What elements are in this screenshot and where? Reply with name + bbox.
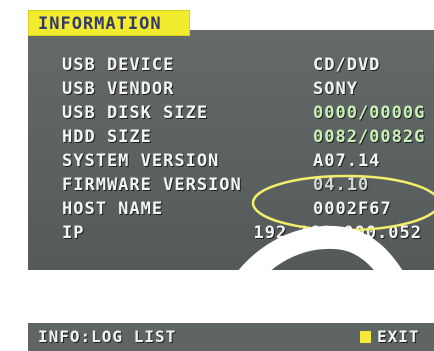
info-row-usb-disk-size: USB DISK SIZE 0000/0000G — [0, 101, 434, 127]
exit-control[interactable]: EXIT — [360, 325, 424, 349]
info-screen: INFORMATION USB DEVICE CD/DVD USB VENDOR… — [0, 0, 434, 351]
usb-vendor-label: USB VENDOR — [62, 79, 175, 99]
info-row-usb-vendor: USB VENDOR SONY — [0, 77, 434, 103]
usb-disk-size-value: 0000/0000G — [313, 103, 426, 123]
system-version-label: SYSTEM VERSION — [62, 151, 220, 171]
info-row-hdd-size: HDD SIZE 0082/0082G — [0, 125, 434, 151]
firmware-version-value: 04.10 — [313, 175, 370, 195]
exit-label: EXIT — [377, 327, 420, 346]
page-title: INFORMATION — [38, 14, 162, 34]
host-name-label: HOST NAME — [62, 199, 164, 219]
info-row-ip: IP 192.168.000.052 — [0, 221, 434, 247]
footer-bar: INFO:LOG LIST EXIT — [28, 323, 434, 351]
ip-label: IP — [62, 223, 85, 243]
ip-value: 192.168.000.052 — [253, 223, 422, 243]
log-list-hint[interactable]: INFO:LOG LIST — [38, 325, 176, 349]
usb-vendor-value: SONY — [313, 79, 358, 99]
info-row-firmware-version: FIRMWARE VERSION 04.10 — [0, 173, 434, 199]
info-title-tab: INFORMATION — [28, 10, 190, 36]
usb-disk-size-label: USB DISK SIZE — [62, 103, 209, 123]
info-row-host-name: HOST NAME 0002F67 — [0, 197, 434, 223]
info-row-usb-device: USB DEVICE CD/DVD — [0, 53, 434, 79]
info-row-system-version: SYSTEM VERSION A07.14 — [0, 149, 434, 175]
usb-device-value: CD/DVD — [313, 55, 381, 75]
yellow-key-icon — [360, 331, 371, 343]
hdd-size-label: HDD SIZE — [62, 127, 152, 147]
usb-device-label: USB DEVICE — [62, 55, 175, 75]
firmware-version-label: FIRMWARE VERSION — [62, 175, 242, 195]
host-name-value: 0002F67 — [313, 199, 392, 219]
system-version-value: A07.14 — [313, 151, 381, 171]
hdd-size-value: 0082/0082G — [313, 127, 426, 147]
